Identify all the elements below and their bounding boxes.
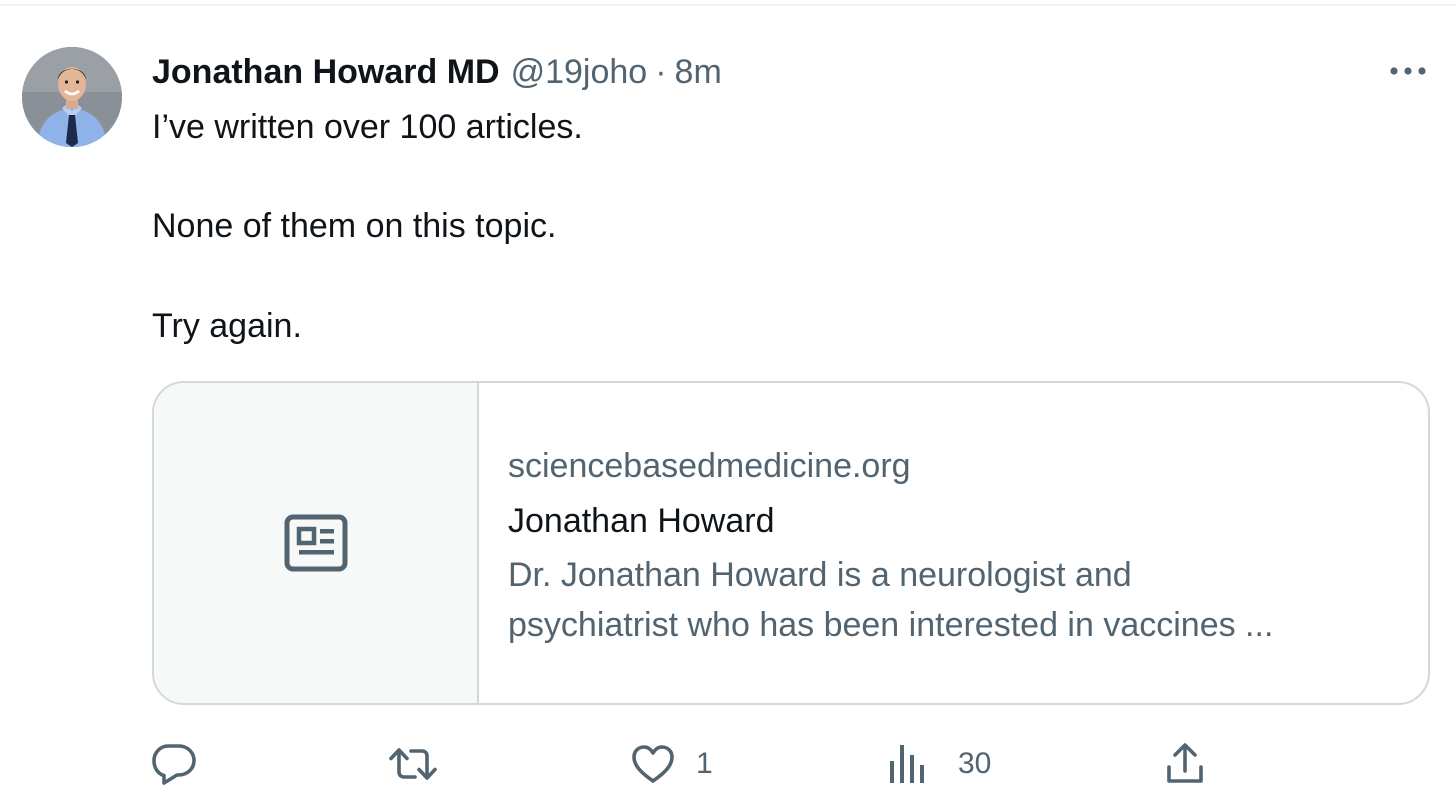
header-separator: · xyxy=(655,52,667,91)
views-icon xyxy=(890,745,924,783)
tweet-text-line: I’ve written over 100 articles. xyxy=(152,108,583,146)
tweet-timestamp[interactable]: 8m xyxy=(675,53,722,92)
link-preview-card[interactable]: sciencebasedmedicine.org Jonathan Howard… xyxy=(152,381,1430,705)
tweet-header: Jonathan Howard MD @19joho · 8m xyxy=(152,50,722,94)
tweet-text-line: Try again. xyxy=(152,307,302,345)
more-options-button[interactable] xyxy=(1386,58,1430,84)
retweet-icon xyxy=(389,748,437,780)
retweet-button[interactable] xyxy=(388,735,458,793)
card-domain: sciencebasedmedicine.org xyxy=(508,447,911,485)
author-avatar[interactable] xyxy=(22,47,122,147)
share-icon xyxy=(1167,743,1203,783)
views-button[interactable]: 30 xyxy=(886,735,991,793)
ellipsis-icon xyxy=(1390,67,1426,75)
card-text: sciencebasedmedicine.org Jonathan Howard… xyxy=(508,443,1408,650)
share-button[interactable] xyxy=(1163,735,1207,793)
like-button[interactable]: 1 xyxy=(630,735,713,793)
views-count: 30 xyxy=(958,747,992,780)
card-description-line: Dr. Jonathan Howard is a neurologist and xyxy=(508,556,1132,594)
user-avatar-icon xyxy=(22,47,122,147)
article-icon xyxy=(284,514,347,572)
author-handle[interactable]: @19joho xyxy=(511,53,648,92)
card-media xyxy=(154,383,479,703)
card-description-line: psychiatrist who has been interested in … xyxy=(508,606,1274,644)
card-description: Dr. Jonathan Howard is a neurologist and… xyxy=(508,550,1408,650)
tweet-text-line: None of them on this topic. xyxy=(152,207,557,245)
author-display-name[interactable]: Jonathan Howard MD xyxy=(152,53,500,92)
reply-icon xyxy=(152,744,196,785)
tweet[interactable]: Jonathan Howard MD @19joho · 8m I’ve wri… xyxy=(0,0,1456,807)
tweet-actions: 1 30 xyxy=(0,735,1456,795)
like-count: 1 xyxy=(696,747,713,780)
card-title: Jonathan Howard xyxy=(508,502,775,540)
reply-button[interactable] xyxy=(150,735,218,793)
heart-icon xyxy=(632,745,674,783)
